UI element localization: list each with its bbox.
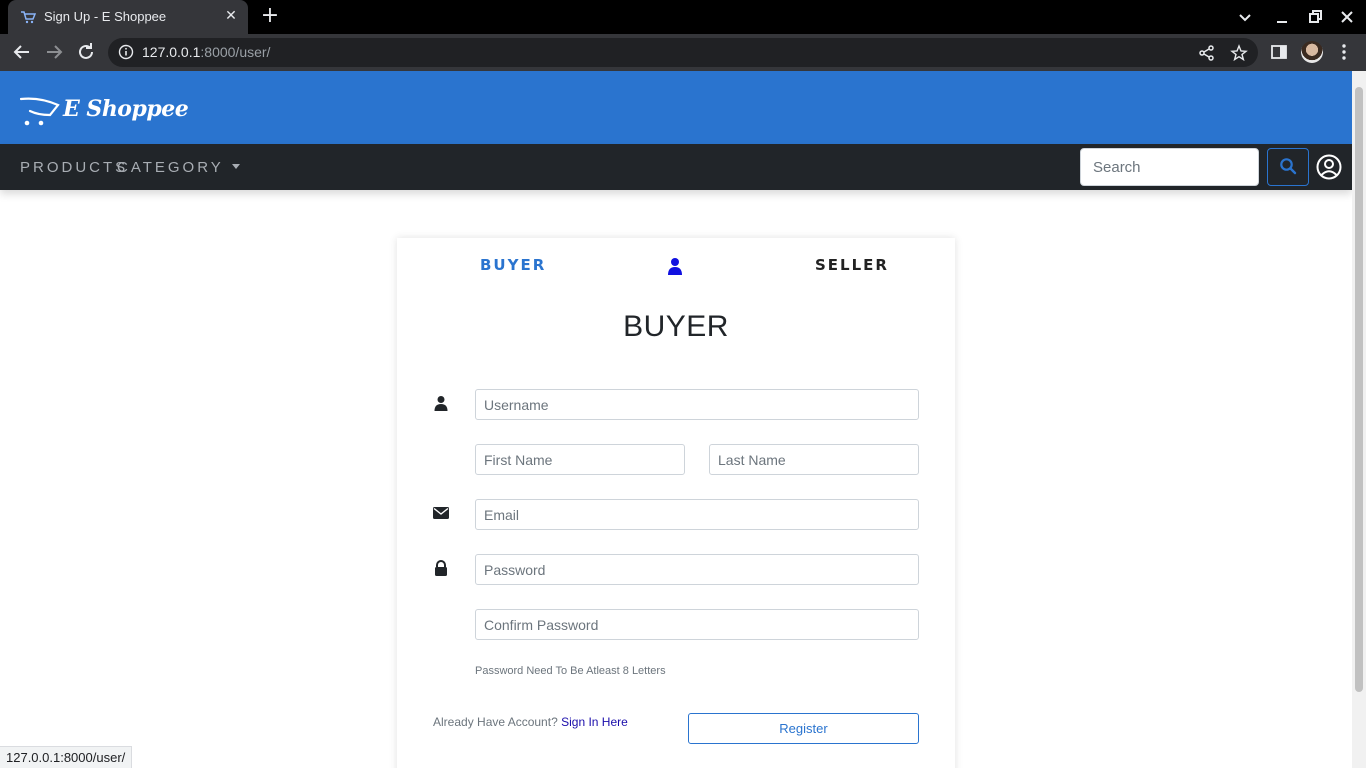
reload-icon[interactable] — [74, 40, 98, 64]
password-field[interactable] — [475, 554, 919, 585]
form-title: BUYER — [623, 310, 729, 343]
user-account-icon[interactable] — [1316, 154, 1342, 180]
main-navbar: PRODUCTS CATEGORY — [0, 144, 1352, 190]
already-account-label: Already Have Account? — [433, 715, 558, 729]
forward-arrow-icon[interactable] — [42, 40, 66, 64]
url-host: 127.0.0.1 — [142, 44, 201, 60]
nav-products[interactable]: PRODUCTS — [20, 159, 128, 176]
user-toggle-icon[interactable] — [667, 257, 683, 275]
status-bar-url: 127.0.0.1:8000/user/ — [0, 746, 133, 768]
tab-title: Sign Up - E Shoppee — [44, 9, 167, 24]
menu-kebab-icon[interactable] — [1334, 42, 1354, 62]
search-button[interactable] — [1267, 148, 1309, 186]
tab-search-chevron-icon[interactable] — [1234, 6, 1256, 28]
search-icon — [1280, 157, 1297, 174]
close-window-icon[interactable] — [1336, 6, 1358, 28]
first-name-field[interactable] — [475, 444, 685, 475]
envelope-icon — [433, 507, 449, 519]
profile-avatar[interactable] — [1301, 41, 1323, 63]
tab-seller[interactable]: SELLER — [815, 256, 889, 274]
browser-tab[interactable]: Sign Up - E Shoppee ✕ — [8, 0, 248, 34]
confirm-password-field[interactable] — [475, 609, 919, 640]
cart-favicon-icon — [21, 11, 36, 24]
lock-icon — [435, 560, 447, 576]
brand-name[interactable]: E Shoppee — [63, 96, 189, 122]
already-account-text: Already Have Account? Sign In Here — [433, 715, 628, 729]
last-name-field[interactable] — [709, 444, 919, 475]
browser-tab-strip: Sign Up - E Shoppee ✕ + — [0, 0, 1366, 34]
address-bar[interactable]: 127.0.0.1:8000/user/ — [108, 38, 1258, 67]
side-panel-icon[interactable] — [1269, 42, 1289, 62]
register-button[interactable]: Register — [688, 713, 919, 744]
email-field[interactable] — [475, 499, 919, 530]
scrollbar-thumb[interactable] — [1355, 87, 1363, 692]
browser-toolbar: 127.0.0.1:8000/user/ — [0, 34, 1366, 71]
caret-down-icon — [231, 164, 240, 169]
brand-header: E Shoppee — [0, 71, 1352, 144]
nav-category-dropdown[interactable]: CATEGORY — [117, 159, 240, 176]
username-field[interactable] — [475, 389, 919, 420]
tab-close-icon[interactable]: ✕ — [222, 7, 240, 25]
signup-card: BUYER SELLER BUYER Password Need To Be A… — [397, 238, 955, 768]
password-hint: Password Need To Be Atleast 8 Letters — [475, 665, 666, 677]
tab-buyer[interactable]: BUYER — [480, 256, 546, 274]
minimize-icon[interactable] — [1271, 6, 1293, 28]
share-icon[interactable] — [1198, 44, 1216, 62]
back-arrow-icon[interactable] — [10, 40, 34, 64]
search-input[interactable] — [1080, 148, 1259, 186]
new-tab-icon[interactable]: + — [258, 5, 282, 29]
url-path: :8000/user/ — [200, 44, 271, 60]
url-text: 127.0.0.1:8000/user/ — [142, 44, 270, 60]
sign-in-link[interactable]: Sign In Here — [561, 715, 628, 729]
bookmark-star-icon[interactable] — [1230, 44, 1248, 62]
nav-category-label: CATEGORY — [117, 159, 224, 176]
restore-icon[interactable] — [1304, 6, 1326, 28]
page-viewport: E Shoppee PRODUCTS CATEGORY BUYER SELLER… — [0, 71, 1352, 768]
page-scrollbar[interactable] — [1352, 71, 1366, 768]
site-info-icon[interactable] — [118, 44, 134, 60]
user-icon — [434, 396, 448, 411]
